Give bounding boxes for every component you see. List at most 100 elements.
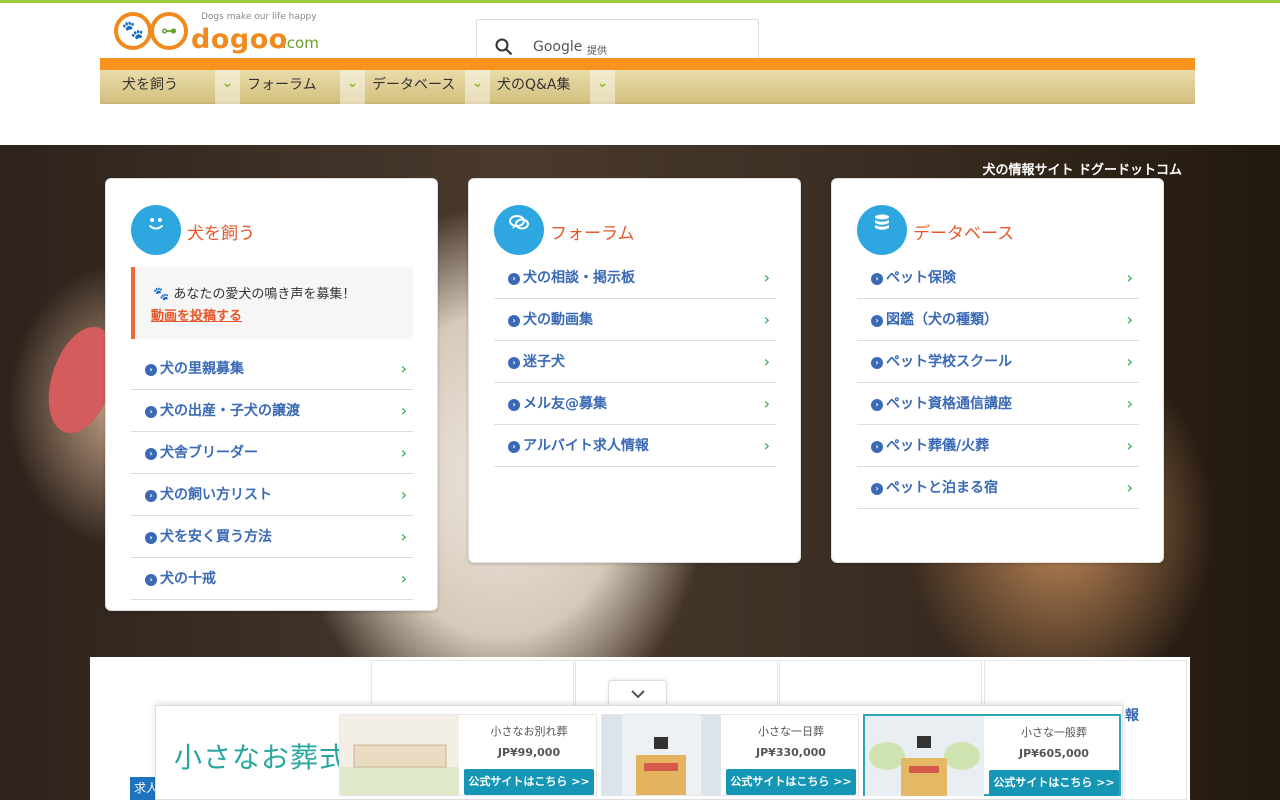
card-link-list: › ペット保険 › › 図鑑（犬の種類） › › ペット学校スクール › › ペット資格通信講… [857, 257, 1139, 509]
ad-offer-selected[interactable]: 小さな一般葬 JP¥605,000 公式サイトはこちら >> [863, 714, 1121, 796]
card-title: 犬を飼う [187, 224, 255, 244]
ad-offer[interactable]: 小さなお別れ葬 JP¥99,000 公式サイトはこちら >> [339, 714, 597, 796]
list-item[interactable]: › メル友@募集 › [494, 383, 776, 425]
offer-price: JP¥330,000 [756, 746, 826, 759]
offer-price: JP¥605,000 [1019, 747, 1089, 760]
arrow-circle-icon: › [871, 315, 883, 327]
chevron-right-icon: › [1126, 436, 1133, 455]
google-search-box[interactable]: Google 提供 [476, 19, 759, 63]
logo-domain: .com [282, 34, 319, 52]
logo-tagline: Dogs make our life happy [201, 12, 317, 22]
arrow-circle-icon: › [145, 574, 157, 586]
offer-name: 小さな一日葬 [758, 725, 824, 738]
ad-brand-logo[interactable]: 小さなお葬式 [174, 736, 348, 776]
hero-site-title: 犬の情報サイト ドグードットコム [982, 163, 1182, 178]
ad-banner[interactable]: 小さなお葬式 小さなお別れ葬 JP¥99,000 公式サイトはこちら >> 小さ… [155, 705, 1123, 800]
chevron-right-icon: › [400, 569, 407, 588]
notice-text: 🐾 あなたの愛犬の鳴き声を募集！ [153, 287, 356, 302]
card-keep-dog: 犬を飼う 🐾 あなたの愛犬の鳴き声を募集！ 動画を投稿する › 犬の里親募集 › ›… [105, 178, 438, 611]
arrow-circle-icon: › [871, 483, 883, 495]
list-item[interactable]: › 犬の出産・子犬の譲渡 › [131, 390, 413, 432]
list-item[interactable]: › 犬の飼い方リスト › [131, 474, 413, 516]
altar-image [602, 715, 721, 795]
list-item[interactable]: › ペットと泊まる宿 › [857, 467, 1139, 509]
list-item[interactable]: › ペット保険 › [857, 257, 1139, 299]
search-icon[interactable] [495, 38, 513, 56]
nav-item-database[interactable]: データベース [350, 70, 465, 104]
paw-icon: 🐾 [114, 12, 152, 50]
chevron-right-icon: › [400, 443, 407, 462]
list-item[interactable]: › 犬の里親募集 › [131, 348, 413, 390]
arrow-circle-icon: › [145, 532, 157, 544]
chevron-right-icon: › [763, 394, 770, 413]
official-site-button[interactable]: 公式サイトはこちら >> [726, 769, 856, 795]
partial-link-text[interactable]: 報 [1125, 705, 1139, 725]
official-site-button[interactable]: 公式サイトはこちら >> [989, 770, 1119, 796]
arrow-circle-icon: › [871, 357, 883, 369]
arrow-circle-icon: › [508, 399, 520, 411]
chat-bubbles-icon [494, 205, 544, 255]
post-video-link[interactable]: 動画を投稿する [151, 305, 242, 324]
chevron-down-icon [630, 690, 645, 699]
card-database: データベース › ペット保険 › › 図鑑（犬の種類） › › ペット学校スクール › › ペ… [831, 178, 1164, 563]
chevron-right-icon: › [400, 485, 407, 504]
official-site-button[interactable]: 公式サイトはこちら >> [464, 769, 594, 795]
notice-box: 🐾 あなたの愛犬の鳴き声を募集！ 動画を投稿する [131, 267, 413, 339]
chevron-right-icon: › [1126, 352, 1133, 371]
chevron-right-icon: › [400, 527, 407, 546]
chevron-down-icon[interactable]: ⌄ [590, 70, 615, 104]
chevron-right-icon: › [1126, 394, 1133, 413]
logo-wordmark: dogoo [191, 24, 288, 55]
card-link-list: › 犬の相談・掲示板 › › 犬の動画集 › › 迷子犬 › › メル友@募集 › › アルバイト… [494, 257, 776, 467]
arrow-circle-icon: › [871, 273, 883, 285]
arrow-circle-icon: › [145, 490, 157, 502]
google-provided-label: 提供 [587, 46, 607, 57]
list-item[interactable]: › ペット学校スクール › [857, 341, 1139, 383]
nav-orange-band [100, 58, 1195, 70]
list-item[interactable]: › 犬の十戒 › [131, 558, 413, 600]
arrow-circle-icon: › [508, 441, 520, 453]
collapse-ad-toggle[interactable] [608, 680, 667, 707]
list-item[interactable]: › 犬の相談・掲示板 › [494, 257, 776, 299]
nav-item-keep-dog[interactable]: 犬を飼う [100, 70, 215, 104]
arrow-circle-icon: › [145, 448, 157, 460]
flower-altar-image [865, 716, 984, 796]
chevron-right-icon: › [763, 310, 770, 329]
list-item[interactable]: › 図鑑（犬の種類） › [857, 299, 1139, 341]
list-item[interactable]: › 迷子犬 › [494, 341, 776, 383]
site-logo[interactable]: 🐾 ⊶ Dogs make our life happy dogoo .com [114, 10, 334, 56]
arrow-circle-icon: › [508, 315, 520, 327]
card-link-list: › 犬の里親募集 › › 犬の出産・子犬の譲渡 › › 犬舎ブリーダー › › 犬の飼い方リス… [131, 348, 413, 600]
database-icon [857, 205, 907, 255]
arrow-circle-icon: › [871, 399, 883, 411]
list-item[interactable]: › 犬舎ブリーダー › [131, 432, 413, 474]
list-item[interactable]: › アルバイト求人情報 › [494, 425, 776, 467]
main-nav: 犬を飼う ⌄ フォーラム ⌄ データベース ⌄ 犬のQ&A集 ⌄ [100, 58, 1195, 104]
arrow-circle-icon: › [508, 357, 520, 369]
chevron-right-icon: › [1126, 478, 1133, 497]
chevron-right-icon: › [1126, 310, 1133, 329]
bone-icon: ⊶ [150, 12, 188, 50]
top-accent-line [0, 0, 1280, 3]
ad-offer[interactable]: 小さな一日葬 JP¥330,000 公式サイトはこちら >> [601, 714, 859, 796]
nav-item-qa[interactable]: 犬のQ&A集 [475, 70, 590, 104]
chevron-right-icon: › [400, 359, 407, 378]
list-item[interactable]: › 犬の動画集 › [494, 299, 776, 341]
list-item[interactable]: › ペット資格通信講座 › [857, 383, 1139, 425]
list-item[interactable]: › ペット葬儀/火葬 › [857, 425, 1139, 467]
chevron-right-icon: › [763, 268, 770, 287]
list-item[interactable]: › 犬を安く買う方法 › [131, 516, 413, 558]
nav-item-forum[interactable]: フォーラム [225, 70, 340, 104]
chevron-right-icon: › [763, 352, 770, 371]
arrow-circle-icon: › [871, 441, 883, 453]
arrow-circle-icon: › [145, 406, 157, 418]
smile-icon [131, 205, 181, 255]
offer-name: 小さなお別れ葬 [490, 725, 568, 738]
offer-price: JP¥99,000 [497, 746, 561, 759]
chevron-right-icon: › [1126, 268, 1133, 287]
casket-image [340, 715, 459, 795]
card-forum: フォーラム › 犬の相談・掲示板 › › 犬の動画集 › › 迷子犬 › › メル友@募集 › … [468, 178, 801, 563]
chevron-right-icon: › [400, 401, 407, 420]
offer-name: 小さな一般葬 [1021, 726, 1087, 739]
card-title: フォーラム [550, 224, 635, 244]
